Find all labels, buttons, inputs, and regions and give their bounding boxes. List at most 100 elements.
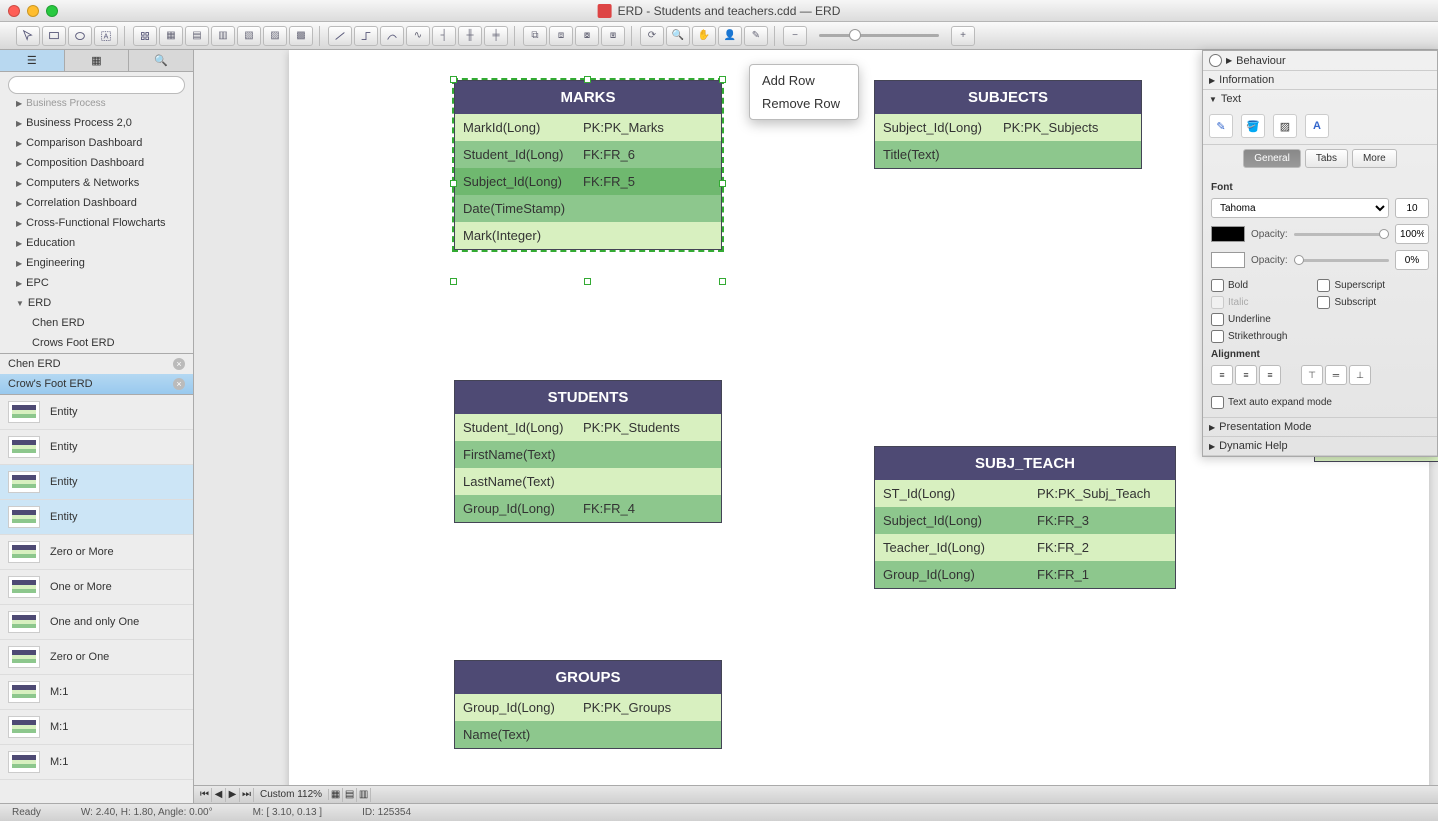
section-presentation[interactable]: ▶Presentation Mode: [1203, 418, 1437, 436]
table-row[interactable]: Teacher_Id(Long)FK:FR_2: [875, 534, 1175, 561]
tree-item[interactable]: ▶Business Process 2,0: [0, 113, 193, 133]
chain-tool-3[interactable]: ⧇: [575, 26, 599, 46]
auto-expand-checkbox[interactable]: [1211, 396, 1224, 409]
table-students[interactable]: STUDENTS Student_Id(Long)PK:PK_StudentsF…: [454, 380, 722, 523]
table-groups[interactable]: GROUPS Group_Id(Long)PK:PK_GroupsName(Te…: [454, 660, 722, 749]
zoom-out[interactable]: −: [783, 26, 807, 46]
section-radio[interactable]: [1209, 54, 1222, 67]
conn-tool-1[interactable]: ┤: [432, 26, 456, 46]
tree-item-chen[interactable]: Chen ERD: [0, 313, 193, 333]
tree-item-crows[interactable]: Crows Foot ERD: [0, 333, 193, 353]
stencil-item[interactable]: M:1: [0, 710, 193, 745]
table-row[interactable]: Title(Text): [875, 141, 1141, 168]
super-checkbox[interactable]: [1317, 279, 1330, 292]
table-row[interactable]: LastName(Text): [455, 468, 721, 495]
tree-item[interactable]: ▶EPC: [0, 273, 193, 293]
table-row[interactable]: Date(TimeStamp): [455, 195, 721, 222]
table-row[interactable]: Mark(Integer): [455, 222, 721, 249]
curve-tool-1[interactable]: [380, 26, 404, 46]
tree-tool-7[interactable]: ▩: [289, 26, 313, 46]
conn-tool-3[interactable]: ╪: [484, 26, 508, 46]
sidebar-tab-grid-icon[interactable]: ▦: [65, 50, 130, 71]
hand-tool[interactable]: ✋: [692, 26, 716, 46]
close-window[interactable]: [8, 5, 20, 17]
tree-item[interactable]: ▶Business Process: [0, 98, 193, 113]
zoom-window[interactable]: [46, 5, 58, 17]
rect-tool[interactable]: [42, 26, 66, 46]
valign-bot[interactable]: ⊥: [1349, 365, 1371, 385]
table-subj-teach[interactable]: SUBJ_TEACH ST_Id(Long)PK:PK_Subj_TeachSu…: [874, 446, 1176, 589]
menu-add-row[interactable]: Add Row: [750, 69, 858, 92]
section-text[interactable]: ▼Text: [1203, 90, 1437, 108]
tab-more[interactable]: More: [1352, 149, 1397, 168]
fill-icon[interactable]: 🪣: [1241, 114, 1265, 138]
tree-tool-6[interactable]: ▨: [263, 26, 287, 46]
table-row[interactable]: Subject_Id(Long)FK:FR_5: [455, 168, 721, 195]
search-input[interactable]: [8, 76, 185, 94]
selection-handle[interactable]: [719, 76, 726, 83]
selection-handle[interactable]: [450, 76, 457, 83]
open-tab-chen[interactable]: Chen ERD×: [0, 354, 193, 374]
ellipse-tool[interactable]: [68, 26, 92, 46]
table-row[interactable]: ST_Id(Long)PK:PK_Subj_Teach: [875, 480, 1175, 507]
table-row[interactable]: MarkId(Long)PK:PK_Marks: [455, 114, 721, 141]
table-subjects[interactable]: SUBJECTS Subject_Id(Long)PK:PK_SubjectsT…: [874, 80, 1142, 169]
selection-handle[interactable]: [450, 180, 457, 187]
section-help[interactable]: ▶Dynamic Help: [1203, 437, 1437, 455]
zoom-in[interactable]: +: [951, 26, 975, 46]
stencil-item[interactable]: One and only One: [0, 605, 193, 640]
minimize-window[interactable]: [27, 5, 39, 17]
bold-checkbox[interactable]: [1211, 279, 1224, 292]
tree-item[interactable]: ▶Engineering: [0, 253, 193, 273]
menu-remove-row[interactable]: Remove Row: [750, 92, 858, 115]
line-tool-2[interactable]: [354, 26, 378, 46]
table-row[interactable]: Group_Id(Long)FK:FR_4: [455, 495, 721, 522]
fill-color-swatch[interactable]: [1211, 226, 1245, 242]
nav-next[interactable]: ▶: [226, 788, 240, 802]
tree-item[interactable]: ▶Correlation Dashboard: [0, 193, 193, 213]
stencil-item[interactable]: Zero or One: [0, 640, 193, 675]
nav-last[interactable]: ⏭: [240, 788, 254, 802]
fill-opacity-input[interactable]: [1395, 224, 1429, 244]
zoom-slider[interactable]: [809, 26, 949, 46]
nav-prev[interactable]: ◀: [212, 788, 226, 802]
tree-item[interactable]: ▶Education: [0, 233, 193, 253]
tree-item-erd[interactable]: ▼ERD: [0, 293, 193, 313]
table-row[interactable]: Name(Text): [455, 721, 721, 748]
table-row[interactable]: Group_Id(Long)FK:FR_1: [875, 561, 1175, 588]
table-row[interactable]: Student_Id(Long)FK:FR_6: [455, 141, 721, 168]
line-tool-1[interactable]: [328, 26, 352, 46]
align-right[interactable]: ≡: [1259, 365, 1281, 385]
close-icon[interactable]: ×: [173, 358, 185, 370]
table-row[interactable]: Group_Id(Long)PK:PK_Groups: [455, 694, 721, 721]
stencil-item[interactable]: Entity: [0, 500, 193, 535]
section-behaviour[interactable]: ▶Behaviour: [1203, 51, 1437, 70]
stencil-item[interactable]: Entity: [0, 395, 193, 430]
section-information[interactable]: ▶Information: [1203, 71, 1437, 89]
stencil-item[interactable]: One or More: [0, 570, 193, 605]
valign-mid[interactable]: ═: [1325, 365, 1347, 385]
close-icon[interactable]: ×: [173, 378, 185, 390]
selection-handle[interactable]: [719, 180, 726, 187]
tab-general[interactable]: General: [1243, 149, 1301, 168]
tree-item[interactable]: ▶Composition Dashboard: [0, 153, 193, 173]
table-row[interactable]: Subject_Id(Long)PK:PK_Subjects: [875, 114, 1141, 141]
strike-checkbox[interactable]: [1211, 330, 1224, 343]
tree-item[interactable]: ▶Cross-Functional Flowcharts: [0, 213, 193, 233]
chain-tool-2[interactable]: ⧈: [549, 26, 573, 46]
font-icon[interactable]: A: [1305, 114, 1329, 138]
grid-btn-1[interactable]: ▦: [329, 788, 343, 802]
selection-handle[interactable]: [719, 278, 726, 285]
sidebar-tab-search-icon[interactable]: 🔍: [129, 50, 193, 71]
stencil-item[interactable]: Entity: [0, 465, 193, 500]
user-tool[interactable]: 👤: [718, 26, 742, 46]
tree-tool-4[interactable]: ▥: [211, 26, 235, 46]
stencil-item[interactable]: M:1: [0, 675, 193, 710]
selection-handle[interactable]: [584, 278, 591, 285]
table-row[interactable]: Student_Id(Long)PK:PK_Students: [455, 414, 721, 441]
table-row[interactable]: FirstName(Text): [455, 441, 721, 468]
brush-tool[interactable]: ✎: [744, 26, 768, 46]
align-left[interactable]: ≡: [1211, 365, 1233, 385]
pointer-tool[interactable]: [16, 26, 40, 46]
fill-opacity-slider[interactable]: [1294, 233, 1389, 236]
